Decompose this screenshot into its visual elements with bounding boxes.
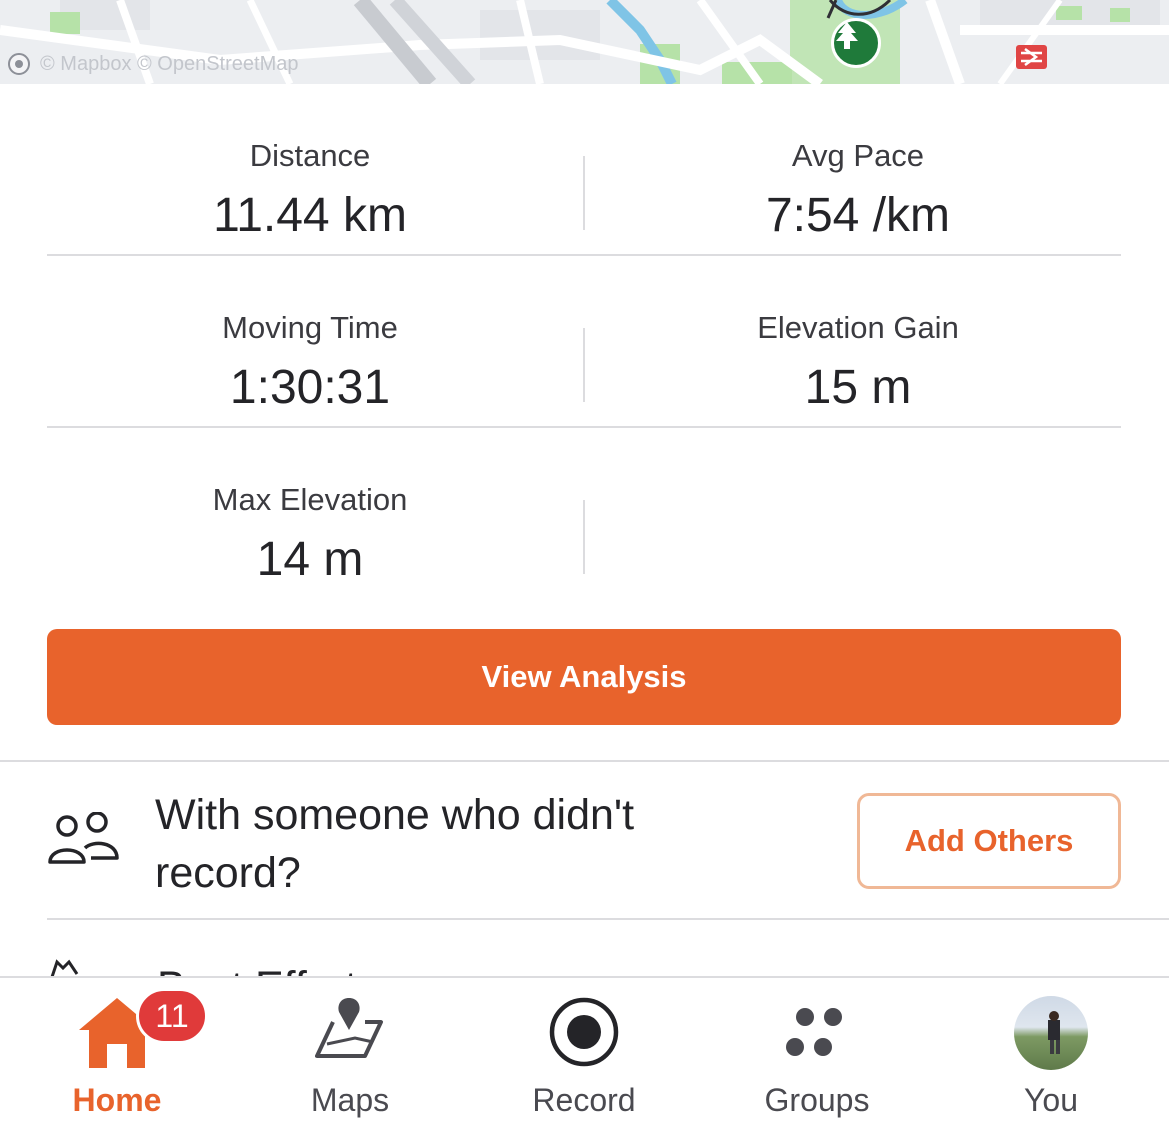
stats-row: Distance 11.44 km Avg Pace 7:54 /km	[47, 84, 1121, 256]
stat-divider	[583, 156, 585, 230]
avatar	[1014, 996, 1088, 1070]
row-divider	[47, 918, 1169, 920]
stat-label: Elevation Gain	[757, 310, 959, 345]
shoe-icon	[50, 959, 79, 976]
row-title: Best Efforts	[157, 958, 378, 976]
tab-record[interactable]: Record	[467, 978, 701, 1128]
groups-icon	[786, 1008, 842, 1056]
tab-label: Groups	[764, 1082, 870, 1118]
tab-bar: 11 Home Maps Record Groups You	[0, 976, 1169, 1126]
attribution-text: © Mapbox © OpenStreetMap	[40, 52, 299, 75]
best-efforts-row[interactable]: Best Efforts	[47, 956, 447, 976]
tab-label: Maps	[310, 1082, 390, 1118]
tab-you[interactable]: You	[934, 978, 1168, 1128]
stat-divider	[583, 328, 585, 402]
tab-groups[interactable]: Groups	[700, 978, 934, 1128]
tab-label: Record	[532, 1082, 636, 1118]
tab-maps[interactable]: Maps	[233, 978, 467, 1128]
stat-moving-time: Moving Time 1:30:31	[47, 310, 573, 416]
stat-value: 15 m	[804, 361, 912, 414]
stat-value: 14 m	[256, 533, 364, 586]
tab-home[interactable]: 11 Home	[0, 978, 234, 1128]
maps-icon	[315, 998, 383, 1058]
people-icon	[48, 812, 119, 864]
tab-label: Home	[72, 1082, 162, 1118]
rail-station-icon	[1016, 45, 1047, 69]
stat-max-elevation: Max Elevation 14 m	[47, 482, 573, 588]
add-others-button[interactable]: Add Others	[857, 793, 1121, 889]
stat-label: Distance	[249, 138, 371, 173]
mapbox-logo-icon	[8, 53, 30, 75]
stat-elevation-gain: Elevation Gain 15 m	[595, 310, 1121, 416]
stats-row: Moving Time 1:30:31 Elevation Gain 15 m	[47, 256, 1121, 428]
stat-value: 1:30:31	[229, 361, 391, 414]
stat-value: 7:54 /km	[765, 189, 951, 242]
map-attribution[interactable]: © Mapbox © OpenStreetMap	[8, 50, 299, 78]
section-divider	[0, 760, 1169, 762]
activity-stats: Distance 11.44 km Avg Pace 7:54 /km Movi…	[47, 84, 1121, 598]
view-analysis-button[interactable]: View Analysis	[47, 629, 1121, 725]
stat-label: Moving Time	[222, 310, 398, 345]
stat-divider	[583, 500, 585, 574]
stat-label: Avg Pace	[791, 138, 925, 173]
record-icon	[549, 997, 619, 1067]
stat-value: 11.44 km	[213, 189, 407, 242]
tree-icon	[831, 18, 881, 68]
stat-distance: Distance 11.44 km	[47, 138, 573, 244]
stat-label: Max Elevation	[212, 482, 408, 517]
stat-avg-pace: Avg Pace 7:54 /km	[595, 138, 1121, 244]
stats-row: Max Elevation 14 m	[47, 428, 1121, 598]
tab-label: You	[1024, 1082, 1078, 1118]
notification-badge: 11	[136, 988, 208, 1044]
add-others-prompt: With someone who didn't record?	[155, 791, 635, 897]
route-map[interactable]: © Mapbox © OpenStreetMap	[0, 0, 1169, 84]
